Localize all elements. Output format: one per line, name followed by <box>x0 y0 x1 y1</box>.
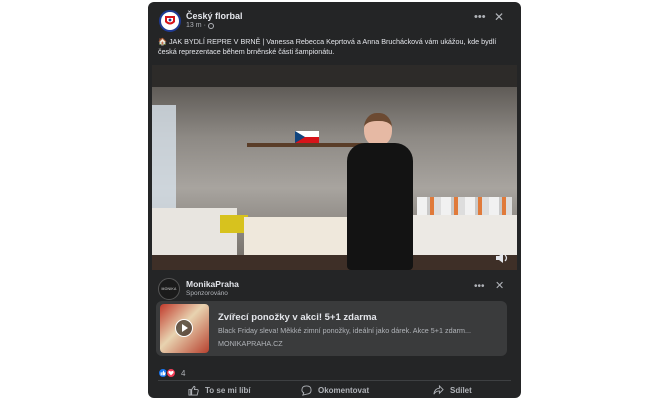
czech-flag <box>295 131 319 143</box>
feed-post-card: Český florbal 13 m · ••• ✕ 🏠 JAK BYDLÍ R… <box>148 2 521 398</box>
post-close-icon[interactable]: ✕ <box>494 11 504 23</box>
meta-separator: · <box>203 22 206 29</box>
globe-icon <box>207 22 214 29</box>
video-floor <box>152 255 517 270</box>
ad-more-icon[interactable]: ••• <box>474 282 485 292</box>
share-icon <box>433 385 444 395</box>
person-body <box>347 143 413 270</box>
reactions-summary[interactable]: 4 <box>158 368 185 378</box>
ad-thumbnail[interactable] <box>160 304 209 353</box>
advertiser-logo-text: MONIKA <box>161 287 177 291</box>
video-table-items <box>417 197 512 215</box>
florbal-logo-icon <box>165 16 175 25</box>
share-button[interactable]: Sdílet <box>433 385 472 396</box>
post-text: 🏠 JAK BYDLÍ REPRE V BRNĚ | Vanessa Rebec… <box>158 37 497 56</box>
post-video[interactable] <box>152 65 517 270</box>
page-avatar[interactable] <box>159 10 181 32</box>
ad-description: Black Friday sleva! Měkké zimní ponožky,… <box>218 326 471 335</box>
sound-icon[interactable] <box>495 252 509 264</box>
thumbs-up-icon <box>188 385 199 396</box>
post-more-icon[interactable]: ••• <box>474 12 486 23</box>
sponsored-label[interactable]: Sponzorováno <box>186 290 228 297</box>
comment-button[interactable]: Okomentovat <box>301 385 369 396</box>
comment-icon <box>301 385 312 396</box>
reaction-count: 4 <box>181 368 186 378</box>
person-head <box>364 113 392 146</box>
love-reaction-icon <box>166 368 176 378</box>
comment-label: Okomentovat <box>318 386 370 395</box>
ad-url[interactable]: MONIKAPRAHA.CZ <box>218 339 283 348</box>
post-time[interactable]: 13 m <box>186 22 202 29</box>
ad-close-icon[interactable]: ✕ <box>495 281 504 292</box>
post-meta: 13 m · <box>186 22 214 29</box>
actions-divider <box>158 380 511 381</box>
like-label: To se mi líbí <box>205 386 251 395</box>
like-button[interactable]: To se mi líbí <box>188 385 251 396</box>
page-name[interactable]: Český florbal <box>186 11 243 21</box>
ad-title[interactable]: Zvířecí ponožky v akci! 5+1 zdarma <box>218 312 377 323</box>
ad-link-box[interactable]: Zvířecí ponožky v akci! 5+1 zdarma Black… <box>156 301 507 356</box>
share-label: Sdílet <box>450 386 472 395</box>
video-person <box>341 113 423 270</box>
advertiser-logo[interactable]: MONIKA <box>158 278 180 300</box>
play-icon[interactable] <box>175 319 193 337</box>
advertiser-name[interactable]: MonikaPraha <box>186 279 239 289</box>
video-ceiling <box>152 65 517 87</box>
